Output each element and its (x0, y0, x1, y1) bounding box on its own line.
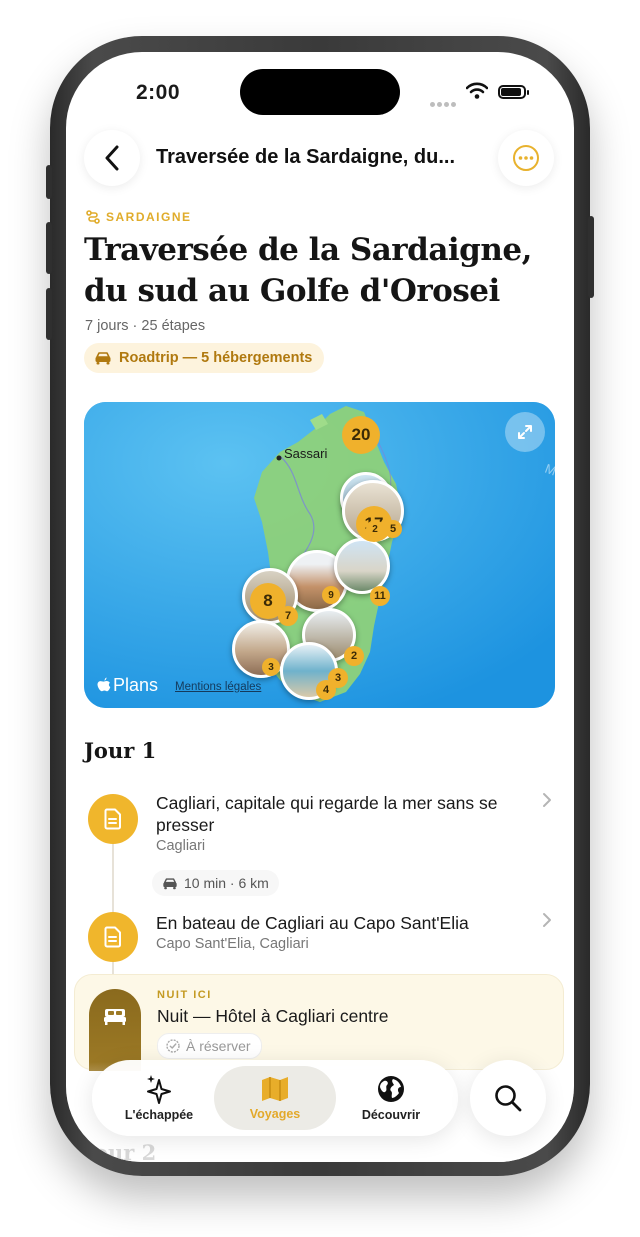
night-label: NUIT ICI (157, 989, 212, 1001)
tab-lechappee[interactable]: L'échappée (98, 1066, 220, 1130)
map-city-label: Sassari (284, 446, 328, 461)
night-card[interactable]: NUIT ICI Nuit — Hôtel à Cagliari centre … (74, 974, 564, 1071)
wifi-icon (466, 82, 488, 99)
step-location: Capo Sant'Elia, Cagliari (156, 936, 309, 952)
search-button[interactable] (470, 1060, 546, 1136)
region-label[interactable]: SARDAIGNE (86, 210, 192, 224)
volume-down-button (46, 288, 52, 340)
map-cluster-count[interactable]: 2 (344, 646, 364, 666)
legal-link[interactable]: Mentions légales (175, 681, 261, 693)
signal-icon (430, 94, 458, 112)
map-cluster-count[interactable]: 4 (316, 680, 336, 700)
next-day-heading: Jour 2 (84, 1140, 157, 1162)
map-cluster-count[interactable]: 20 (342, 416, 380, 454)
map-cluster-count[interactable]: 2 (366, 520, 384, 538)
battery-icon (498, 85, 529, 99)
map-cluster-count[interactable]: 3 (262, 658, 280, 676)
tab-label: Découvrir (361, 1108, 421, 1122)
step-row[interactable]: Cagliari, capitale qui regarde la mer sa… (66, 782, 574, 862)
night-icon (89, 989, 141, 1071)
more-icon (513, 145, 539, 171)
globe-icon (378, 1076, 404, 1102)
tab-label: L'échappée (124, 1108, 194, 1122)
day-heading: Jour 1 (84, 738, 157, 763)
bed-icon (104, 1009, 126, 1025)
step-icon (88, 794, 138, 844)
volume-up-button (46, 222, 52, 274)
chevron-right-icon (543, 793, 551, 807)
map-cluster-count[interactable]: 7 (278, 606, 298, 626)
night-title: Nuit — Hôtel à Cagliari centre (157, 1006, 389, 1026)
step-icon (88, 912, 138, 962)
map-attribution-label: Plans (113, 675, 159, 695)
nav-title: Traversée de la Sardaigne, du... (156, 146, 456, 168)
map-cluster-count[interactable]: 9 (322, 586, 340, 604)
trip-mode-badge: Roadtrip — 5 hébergements (84, 343, 325, 373)
status-time: 2:00 (136, 81, 181, 104)
search-icon (495, 1085, 522, 1112)
nav-bar: Traversée de la Sardaigne, du... (66, 130, 574, 188)
step-title: Cagliari, capitale qui regarde la mer sa… (156, 793, 498, 835)
status-bar: 2:00 (66, 52, 574, 132)
back-button[interactable] (84, 130, 140, 186)
dynamic-island (240, 69, 400, 115)
trip-map[interactable]: M Sassari 20 17 8 5 11 7 2 3 4 9 3 2 (84, 402, 555, 708)
trip-title: Traversée de la Sardaigne, du sud au Gol… (84, 232, 532, 309)
map-attribution: Plans (96, 675, 158, 696)
more-button[interactable] (498, 130, 554, 186)
reserve-status[interactable]: À réserver (157, 1033, 262, 1059)
silent-switch (46, 165, 52, 199)
power-button (588, 216, 594, 298)
car-icon (163, 877, 177, 889)
step-title: En bateau de Cagliari au Capo Sant'Elia (156, 913, 469, 933)
document-icon (104, 808, 121, 830)
chevron-right-icon (543, 913, 551, 927)
trip-meta: 7 jours · 25 étapes (85, 318, 206, 334)
tab-bar: L'échappée Voyages Découvrir (92, 1060, 458, 1136)
check-badge-icon (166, 1039, 180, 1053)
chevron-left-icon (105, 145, 119, 171)
expand-icon (518, 425, 532, 439)
reserve-label: À réserver (186, 1038, 251, 1054)
tab-voyages[interactable]: Voyages (214, 1066, 336, 1130)
document-icon (104, 926, 121, 948)
map-cluster-count[interactable]: 11 (370, 586, 390, 606)
step-location: Cagliari (156, 838, 206, 854)
map-expand-button[interactable] (505, 412, 545, 452)
tab-label: Voyages (249, 1107, 301, 1121)
travel-info: 10 min · 6 km (152, 870, 279, 896)
car-icon (95, 352, 111, 365)
map-icon (262, 1077, 288, 1101)
route-icon (86, 210, 100, 224)
travel-label: 10 min · 6 km (184, 875, 269, 891)
step-row[interactable]: En bateau de Cagliari au Capo Sant'Elia … (66, 902, 574, 972)
map-cluster-count[interactable]: 5 (384, 520, 402, 538)
trip-mode-label: Roadtrip — 5 hébergements (119, 350, 313, 366)
screen: 2:00 Traversée de la Sardaigne, du... SA… (66, 52, 574, 1162)
tab-decouvrir[interactable]: Découvrir (330, 1066, 452, 1130)
apple-logo-icon (97, 677, 111, 692)
sparkles-icon (147, 1075, 171, 1104)
region-name: SARDAIGNE (106, 210, 192, 224)
